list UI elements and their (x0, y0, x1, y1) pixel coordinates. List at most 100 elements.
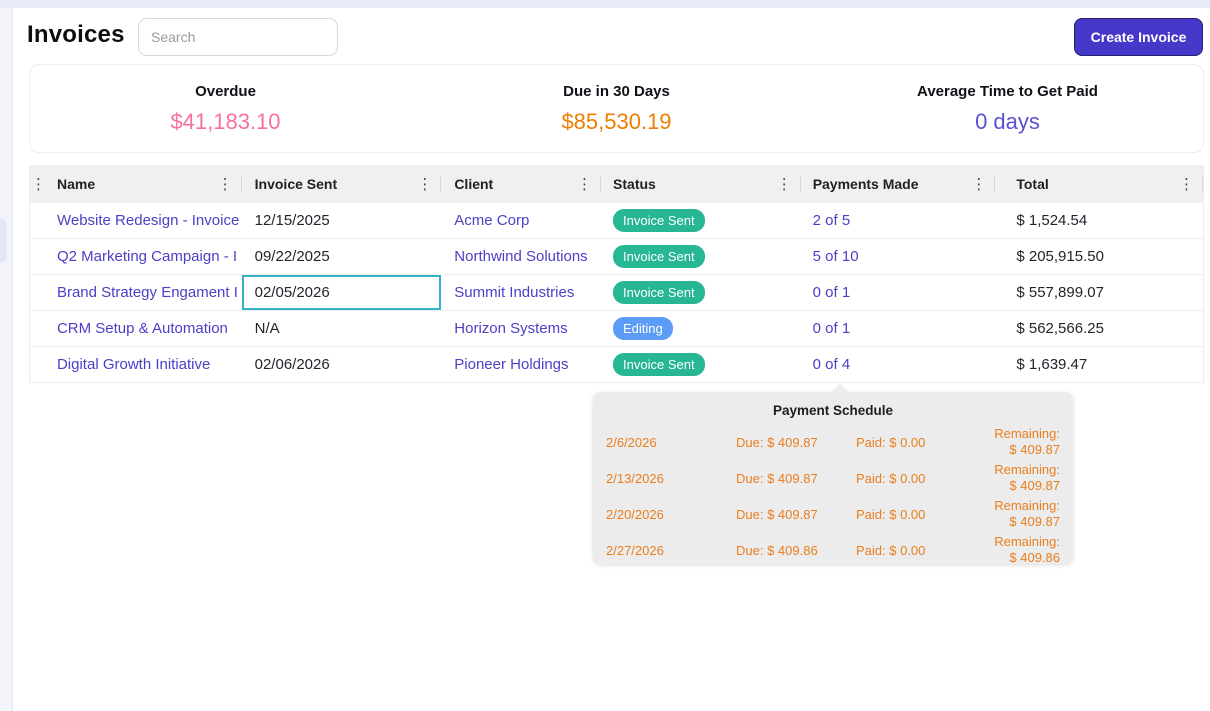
column-header-client-label: Client (441, 176, 493, 192)
status-badge[interactable]: Invoice Sent (613, 281, 705, 305)
payments-made-cell[interactable]: 0 of 4 (801, 347, 996, 382)
top-strip (0, 0, 1210, 8)
status-badge[interactable]: Invoice Sent (613, 353, 705, 377)
status-cell: Invoice Sent (601, 203, 801, 238)
invoice-sent-cell[interactable]: N/A (242, 311, 442, 346)
summary-due-value: $85,530.19 (421, 109, 812, 135)
total-cell: $ 557,899.07 (995, 275, 1203, 310)
column-header-name[interactable]: Name ⋮ (47, 165, 242, 203)
status-badge[interactable]: Invoice Sent (613, 245, 705, 269)
table-header-row: ⋮ Name ⋮ Invoice Sent ⋮ Client ⋮ Status … (30, 165, 1203, 203)
summary-due-30-days: Due in 30 Days $85,530.19 (421, 83, 812, 135)
kebab-menu-icon[interactable]: ⋮ (408, 177, 441, 192)
kebab-menu-icon[interactable]: ⋮ (1170, 177, 1203, 192)
column-header-client[interactable]: Client ⋮ (441, 165, 601, 203)
summary-card: Overdue $41,183.10 Due in 30 Days $85,53… (29, 64, 1204, 153)
schedule-row: 2/6/2026 Due: $ 409.87 Paid: $ 0.00 Rema… (593, 424, 1073, 460)
schedule-date: 2/20/2026 (606, 507, 736, 522)
schedule-remaining-label: Remaining: (994, 426, 1060, 441)
total-cell: $ 562,566.25 (995, 311, 1203, 346)
column-header-total[interactable]: Total ⋮ (995, 165, 1203, 203)
invoice-name-link[interactable]: CRM Setup & Automation (47, 311, 242, 346)
table-drag-handle[interactable]: ⋮ (30, 177, 47, 192)
column-header-name-label: Name (47, 176, 95, 192)
schedule-remaining-value: $ 409.86 (1009, 550, 1060, 565)
summary-avg-value: 0 days (812, 109, 1203, 135)
column-header-total-label: Total (995, 176, 1048, 192)
schedule-paid: Paid: $ 0.00 (856, 471, 994, 486)
client-link[interactable]: Horizon Systems (441, 311, 601, 346)
summary-avg-label: Average Time to Get Paid (812, 83, 1203, 100)
invoice-sent-cell-selected[interactable]: 02/05/2026 (242, 275, 442, 310)
popup-rows: 2/6/2026 Due: $ 409.87 Paid: $ 0.00 Rema… (593, 424, 1073, 568)
schedule-remaining-label: Remaining: (994, 462, 1060, 477)
invoice-name-link[interactable]: Brand Strategy Engament I (47, 275, 242, 310)
create-invoice-button[interactable]: Create Invoice (1074, 18, 1203, 56)
kebab-menu-icon[interactable]: ⋮ (768, 177, 801, 192)
total-cell: $ 1,639.47 (995, 347, 1203, 382)
payments-made-cell[interactable]: 0 of 1 (801, 275, 996, 310)
summary-overdue-value: $41,183.10 (30, 109, 421, 135)
summary-overdue: Overdue $41,183.10 (30, 83, 421, 135)
invoice-name-link[interactable]: Digital Growth Initiative (47, 347, 242, 382)
table-row: CRM Setup & Automation N/A Horizon Syste… (30, 311, 1203, 347)
schedule-remaining-value: $ 409.87 (1009, 442, 1060, 457)
invoice-sent-cell[interactable]: 02/06/2026 (242, 347, 442, 382)
summary-avg-time-paid: Average Time to Get Paid 0 days (812, 83, 1203, 135)
schedule-due: Due: $ 409.87 (736, 471, 856, 486)
status-cell: Invoice Sent (601, 347, 801, 382)
summary-overdue-label: Overdue (30, 83, 421, 100)
table-row: Brand Strategy Engament I 02/05/2026 Sum… (30, 275, 1203, 311)
schedule-paid: Paid: $ 0.00 (856, 543, 994, 558)
payments-made-cell[interactable]: 2 of 5 (801, 203, 996, 238)
kebab-menu-icon[interactable]: ⋮ (209, 177, 242, 192)
payments-made-cell[interactable]: 0 of 1 (801, 311, 996, 346)
schedule-date: 2/27/2026 (606, 543, 736, 558)
schedule-row: 2/13/2026 Due: $ 409.87 Paid: $ 0.00 Rem… (593, 460, 1073, 496)
schedule-remaining-label: Remaining: (994, 498, 1060, 513)
column-header-invoice-sent[interactable]: Invoice Sent ⋮ (242, 165, 442, 203)
page-title: Invoices (27, 21, 125, 49)
status-cell: Editing (601, 311, 801, 346)
main-panel: Invoices Create Invoice Overdue $41,183.… (12, 8, 1210, 711)
kebab-menu-icon[interactable]: ⋮ (962, 177, 995, 192)
total-cell: $ 205,915.50 (995, 239, 1203, 274)
invoice-sent-cell[interactable]: 09/22/2025 (242, 239, 442, 274)
status-cell: Invoice Sent (601, 275, 801, 310)
column-header-status[interactable]: Status ⋮ (601, 165, 801, 203)
column-header-status-label: Status (601, 176, 656, 192)
client-link[interactable]: Acme Corp (441, 203, 601, 238)
summary-due-label: Due in 30 Days (421, 83, 812, 100)
column-header-payments-made[interactable]: Payments Made ⋮ (801, 165, 996, 203)
invoice-name-link[interactable]: Website Redesign - Invoice (47, 203, 242, 238)
kebab-menu-icon[interactable]: ⋮ (568, 177, 601, 192)
invoice-sent-cell[interactable]: 12/15/2025 (242, 203, 442, 238)
column-header-payments-made-label: Payments Made (801, 176, 919, 192)
payments-made-cell[interactable]: 5 of 10 (801, 239, 996, 274)
table-row: Q2 Marketing Campaign - I 09/22/2025 Nor… (30, 239, 1203, 275)
schedule-remaining: Remaining: $ 409.87 (994, 426, 1060, 459)
invoice-table: ⋮ Name ⋮ Invoice Sent ⋮ Client ⋮ Status … (29, 165, 1204, 383)
status-badge[interactable]: Invoice Sent (613, 209, 705, 233)
client-link[interactable]: Northwind Solutions (441, 239, 601, 274)
schedule-remaining-value: $ 409.87 (1009, 478, 1060, 493)
client-link[interactable]: Summit Industries (441, 275, 601, 310)
schedule-paid: Paid: $ 0.00 (856, 435, 994, 450)
drawer-handle[interactable] (0, 219, 7, 263)
schedule-due: Due: $ 409.86 (736, 543, 856, 558)
client-link[interactable]: Pioneer Holdings (441, 347, 601, 382)
schedule-date: 2/6/2026 (606, 435, 736, 450)
schedule-remaining-value: $ 409.87 (1009, 514, 1060, 529)
schedule-remaining: Remaining: $ 409.86 (994, 534, 1060, 567)
status-badge[interactable]: Editing (613, 317, 673, 341)
search-input[interactable] (138, 18, 338, 56)
table-row: Website Redesign - Invoice 12/15/2025 Ac… (30, 203, 1203, 239)
schedule-date: 2/13/2026 (606, 471, 736, 486)
popup-title: Payment Schedule (593, 392, 1073, 418)
table-row: Digital Growth Initiative 02/06/2026 Pio… (30, 347, 1203, 383)
schedule-row: 2/27/2026 Due: $ 409.86 Paid: $ 0.00 Rem… (593, 532, 1073, 568)
invoice-name-link[interactable]: Q2 Marketing Campaign - I (47, 239, 242, 274)
payment-schedule-popup: Payment Schedule 2/6/2026 Due: $ 409.87 … (593, 392, 1073, 564)
schedule-row: 2/20/2026 Due: $ 409.87 Paid: $ 0.00 Rem… (593, 496, 1073, 532)
schedule-due: Due: $ 409.87 (736, 435, 856, 450)
